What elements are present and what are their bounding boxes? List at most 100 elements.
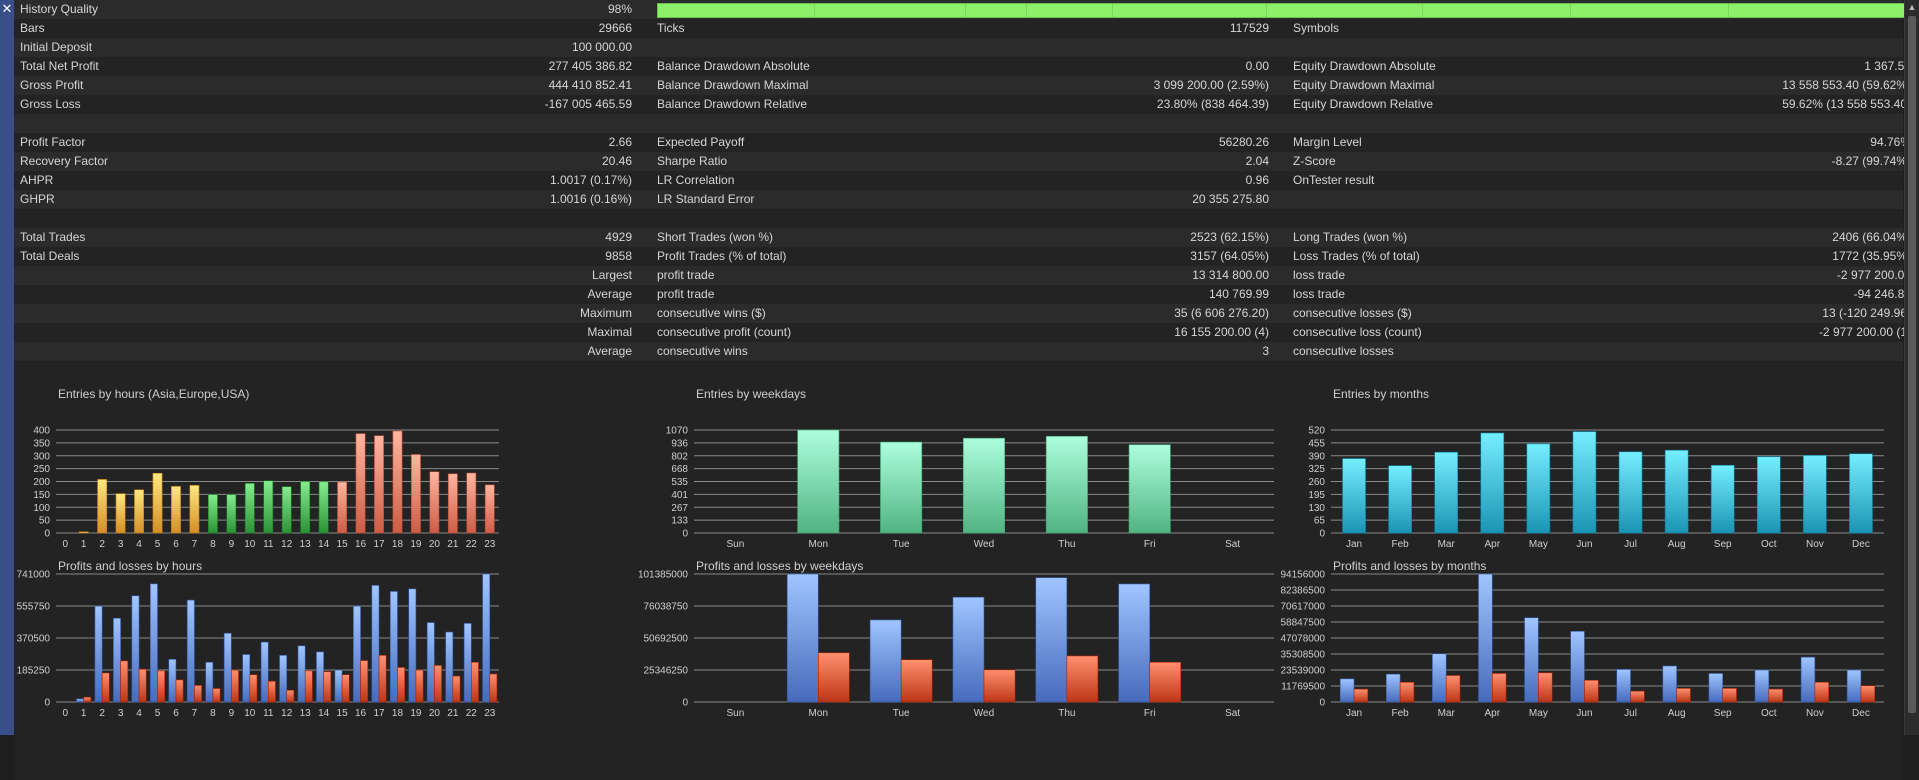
bar (1676, 688, 1691, 703)
x-tick-label: Jan (1346, 539, 1362, 550)
stat-group-label: Largest (591, 268, 632, 282)
bar (1388, 465, 1412, 534)
x-tick-label: 6 (173, 708, 179, 719)
x-tick-label: 23 (484, 539, 496, 550)
stat-value: 0 (1593, 171, 1911, 190)
stat-value: 13 558 553.40 (59.62%) (1782, 78, 1911, 92)
x-tick-label: 4 (136, 539, 142, 550)
scroll-thumb[interactable] (1908, 16, 1916, 713)
bar (447, 473, 458, 534)
stat-label (20, 361, 320, 380)
stat-label: consecutive losses (1293, 344, 1394, 358)
stat-label (657, 38, 957, 57)
stat-value: 20 355 275.80 (1192, 192, 1269, 206)
y-tick-label: 1070 (666, 426, 689, 437)
bar (786, 573, 819, 703)
x-tick-label: Tue (893, 708, 910, 719)
bar (267, 680, 276, 703)
bar (1618, 451, 1643, 534)
bar (1035, 577, 1068, 703)
x-tick-label: 21 (447, 539, 459, 550)
stat-label: profit trade (657, 268, 715, 282)
bar (1849, 453, 1873, 534)
bar (323, 671, 332, 703)
y-tick-label: 535 (671, 477, 688, 488)
stat-label: AHPR (20, 173, 54, 187)
bar (244, 483, 255, 534)
stats-row: GHPR 1.0016 (0.16%) LR Standard Error 20 35… (14, 190, 1903, 209)
stat-value: 4929 (605, 230, 632, 244)
close-icon[interactable]: ✕ (0, 0, 14, 18)
y-tick-label: 350 (33, 438, 50, 449)
y-tick-label: 250 (33, 464, 50, 475)
y-tick-label: 47078000 (1281, 634, 1326, 645)
stat-value: 3 (1262, 344, 1269, 358)
stat-value: -2 977 200.00 (1) (1818, 325, 1911, 339)
stat-value: 2 (1593, 342, 1911, 361)
history-quality-label: History Quality (20, 2, 99, 16)
x-tick-label: 20 (429, 539, 441, 550)
stat-label (1293, 209, 1593, 228)
x-tick-label: 8 (210, 539, 216, 550)
x-tick-label: May (1529, 539, 1548, 550)
bar (371, 585, 380, 703)
stat-value: 117529 (1229, 21, 1269, 35)
chart-entries-by-months: Entries by months 0 65 130 195 260 325 390 45552… (1308, 387, 1884, 550)
x-tick-label: 0 (62, 539, 68, 550)
stat-label: consecutive wins ($) (657, 306, 766, 320)
bar (1860, 685, 1876, 703)
y-tick-label: 50 (39, 516, 51, 527)
bar (463, 623, 472, 703)
y-tick-label: 82386500 (1281, 586, 1326, 597)
bar (466, 472, 477, 534)
bar (952, 596, 985, 703)
y-tick-label: 23539000 (1281, 666, 1326, 677)
y-tick-label: 130 (1308, 503, 1325, 514)
bar (1480, 432, 1505, 534)
stats-row: Profit Factor 2.66 Expected Payoff 56280.26… (14, 133, 1911, 152)
x-tick-label: 10 (244, 539, 256, 550)
stat-value: 23.80% (838 464.39) (1156, 97, 1269, 111)
bar (97, 479, 108, 534)
bar (1768, 688, 1783, 703)
y-tick-label: 741000 (17, 570, 51, 581)
x-tick-label: 5 (155, 708, 161, 719)
bar (1846, 669, 1862, 703)
x-tick-label: 13 (300, 708, 312, 719)
stat-label: Short Trades (won %) (657, 230, 774, 244)
y-tick-label: 50692500 (644, 634, 689, 645)
bar (1118, 583, 1151, 703)
x-tick-label: Apr (1485, 708, 1501, 719)
x-tick-label: 7 (192, 708, 198, 719)
stat-label: consecutive losses ($) (1293, 306, 1412, 320)
stats-row: Largest profit trade 13 314 800.00 loss tra… (14, 266, 1911, 285)
y-tick-label: 76038750 (644, 602, 689, 613)
bar (378, 655, 387, 703)
stat-label: consecutive profit (count) (657, 325, 792, 339)
stat-label: Balance Drawdown Maximal (657, 78, 809, 92)
stat-label: Initial Deposit (20, 40, 93, 54)
bar (434, 665, 442, 703)
bar (1434, 451, 1459, 534)
stats-row: Gross Profit 444 410 852.41 Balance Drawdo… (14, 76, 1911, 95)
bar (1756, 456, 1781, 534)
stats-row: Maximal consecutive profit (count) 16 155 … (14, 323, 1911, 342)
x-tick-label: 19 (410, 708, 422, 719)
x-tick-label: 14 (318, 708, 330, 719)
scroll-up-arrow-icon[interactable]: ▲ (1905, 0, 1919, 14)
x-tick-label: 11 (263, 539, 274, 550)
stat-value: 3157 (64.05%) (1190, 249, 1269, 263)
stat-label: Equity Drawdown Relative (1293, 97, 1434, 111)
x-tick-label: 6 (173, 539, 179, 550)
bar (1342, 458, 1366, 534)
bar (471, 661, 479, 703)
chart-title: Profits and losses by weekdays (696, 559, 863, 573)
bar (983, 669, 1016, 703)
stat-group-label: Average (587, 344, 632, 358)
vertical-scrollbar[interactable]: ▲ (1904, 0, 1919, 735)
y-tick-label: 260 (1308, 477, 1325, 488)
stat-label: Profit Trades (% of total) (657, 249, 787, 263)
stat-value: 277 405 386.82 (548, 59, 632, 73)
stat-value (1593, 190, 1911, 209)
x-tick-label: May (1529, 708, 1548, 719)
